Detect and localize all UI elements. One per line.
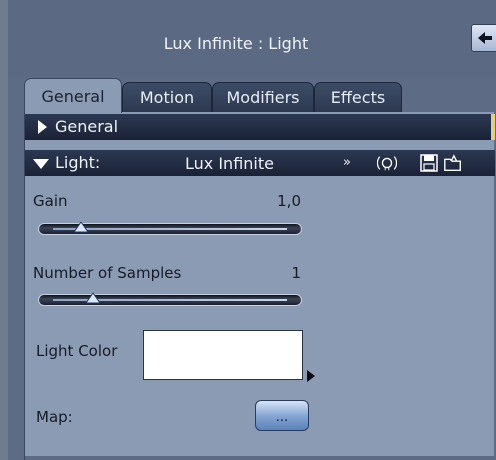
expand-triangle-icon xyxy=(38,120,47,134)
map-browse-button[interactable]: ... xyxy=(255,400,309,431)
window: Lux Infinite : Light General Motion Modi… xyxy=(0,0,496,460)
slider-track xyxy=(53,228,287,230)
tab-general[interactable]: General xyxy=(24,78,122,113)
slider-thumb[interactable] xyxy=(85,293,100,304)
swatch-menu-arrow-icon[interactable] xyxy=(307,370,315,382)
light-color-label: Light Color xyxy=(36,342,118,360)
tab-label: Modifiers xyxy=(226,88,300,107)
section-light-label: Light: xyxy=(55,153,101,172)
map-label: Map: xyxy=(36,408,73,426)
section-light-header[interactable]: Light: Lux Infinite » xyxy=(25,150,495,176)
panel-edge-marker xyxy=(491,114,495,140)
light-color-swatch[interactable] xyxy=(143,330,303,380)
tab-label: Motion xyxy=(139,88,195,107)
samples-value: 1 xyxy=(291,264,301,282)
title-bar: Lux Infinite : Light xyxy=(8,0,496,76)
section-general-label: General xyxy=(55,117,119,136)
window-title: Lux Infinite : Light xyxy=(163,34,309,53)
tab-effects[interactable]: Effects xyxy=(314,82,402,113)
tab-motion[interactable]: Motion xyxy=(122,82,212,113)
window-edge xyxy=(0,0,8,460)
gain-slider[interactable] xyxy=(38,222,302,235)
load-preset-icon[interactable] xyxy=(443,153,463,173)
section-general-header[interactable]: General xyxy=(25,114,495,140)
tab-label: General xyxy=(41,87,105,106)
collapse-triangle-icon xyxy=(33,159,49,169)
gain-value: 1,0 xyxy=(277,192,301,210)
save-preset-icon[interactable] xyxy=(419,153,439,173)
back-button[interactable] xyxy=(471,24,496,52)
light-bulb-icon[interactable] xyxy=(377,153,397,173)
tab-modifiers[interactable]: Modifiers xyxy=(212,82,314,113)
samples-label: Number of Samples xyxy=(33,264,182,282)
light-type-chevron[interactable]: » xyxy=(343,150,351,176)
panel-bottom-divider xyxy=(25,456,495,460)
light-type-label: Lux Infinite xyxy=(185,154,274,173)
arrow-left-icon xyxy=(478,32,492,44)
gain-label: Gain xyxy=(33,192,68,210)
samples-slider[interactable] xyxy=(38,293,302,306)
slider-thumb[interactable] xyxy=(74,222,89,233)
properties-panel: General Light: Lux Infinite » Gain 1,0 N… xyxy=(24,112,495,460)
map-browse-label: ... xyxy=(275,410,289,425)
tab-label: Effects xyxy=(330,88,386,107)
